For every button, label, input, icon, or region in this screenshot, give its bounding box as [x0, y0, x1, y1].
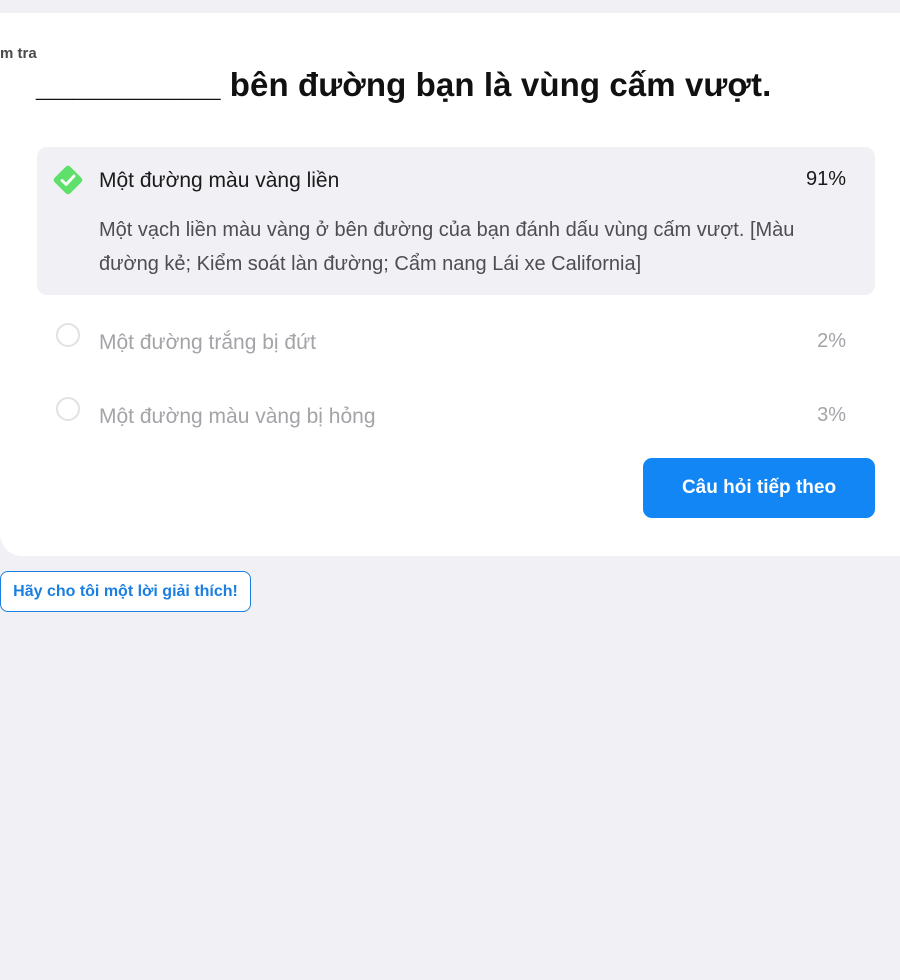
- answer-option[interactable]: Một đường màu vàng bị hỏng 3%: [37, 383, 875, 439]
- breadcrumb: m tra: [0, 45, 37, 62]
- answer-explanation: Một vạch liền màu vàng ở bên đường của b…: [99, 219, 795, 275]
- next-question-button[interactable]: Câu hỏi tiếp theo: [643, 458, 875, 518]
- question-text: __________ bên đường bạn là vùng cấm vượ…: [36, 66, 772, 103]
- radio-circle-icon[interactable]: [56, 323, 80, 347]
- check-diamond-icon: [53, 165, 83, 195]
- answer-label: Một đường trắng bị đứt: [99, 331, 316, 354]
- answer-percent: 91%: [805, 168, 846, 190]
- answer-option[interactable]: Một đường trắng bị đứt 2%: [37, 309, 875, 365]
- radio-circle-icon[interactable]: [56, 397, 80, 421]
- answer-percent: 3%: [817, 404, 846, 426]
- answer-option-correct[interactable]: Một đường màu vàng liền 91% Một vạch liề…: [37, 147, 875, 295]
- answer-label: Một đường màu vàng bị hỏng: [99, 405, 376, 428]
- explain-button[interactable]: Hãy cho tôi một lời giải thích!: [0, 571, 251, 612]
- answer-label: Một đường màu vàng liền: [99, 169, 340, 192]
- answer-percent: 2%: [817, 330, 846, 352]
